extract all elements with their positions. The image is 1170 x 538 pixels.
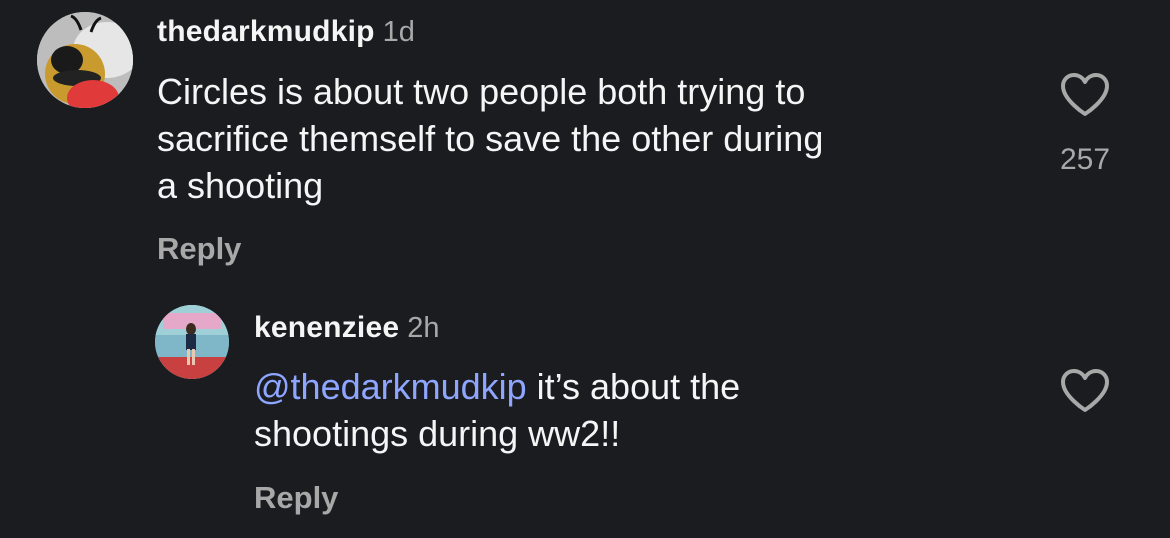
- comment-text-line: shootings during ww2!!: [254, 413, 621, 454]
- comment-text-fragment: it’s about the: [526, 366, 741, 407]
- comment-text-line: sacrifice themself to save the other dur…: [157, 118, 824, 159]
- heart-outline-icon[interactable]: [1059, 72, 1111, 118]
- avatar[interactable]: [37, 12, 133, 108]
- username[interactable]: kenenziee: [254, 311, 399, 344]
- comment-text: @thedarkmudkip it’s about the shootings …: [254, 363, 740, 457]
- comment-text-line: a shooting: [157, 165, 324, 206]
- reply-button[interactable]: Reply: [254, 482, 338, 513]
- comment-header: kenenziee 2h: [254, 313, 439, 343]
- heart-outline-icon[interactable]: [1059, 368, 1111, 414]
- avatar-image: [155, 305, 229, 379]
- reply-button[interactable]: Reply: [157, 233, 241, 264]
- comment-header: thedarkmudkip 1d: [157, 17, 415, 47]
- comment-text: Circles is about two people both trying …: [157, 68, 823, 209]
- comment-text-line: @thedarkmudkip it’s about the: [254, 363, 740, 410]
- timestamp: 1d: [382, 16, 415, 48]
- username[interactable]: thedarkmudkip: [157, 15, 375, 48]
- avatar[interactable]: [155, 305, 229, 379]
- timestamp: 2h: [407, 312, 440, 344]
- comment-text-line: Circles is about two people both trying …: [157, 71, 806, 112]
- avatar-image: [37, 12, 133, 108]
- user-mention[interactable]: @thedarkmudkip: [254, 366, 527, 407]
- like-count: 257: [1059, 143, 1111, 176]
